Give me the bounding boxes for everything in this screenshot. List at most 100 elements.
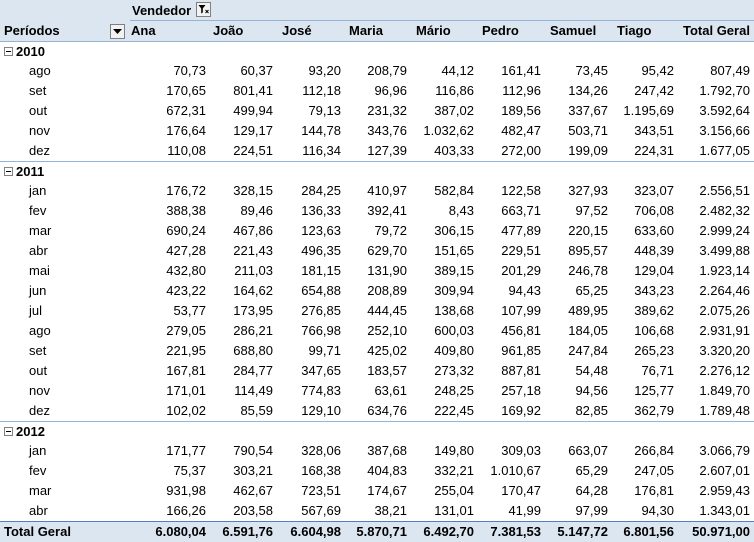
value-cell: 1.343,01	[699, 503, 750, 518]
chevron-down-icon	[113, 29, 122, 34]
value-cell: 224,31	[634, 143, 674, 158]
month-label: dez	[29, 143, 50, 158]
year-group-row: 2011	[0, 161, 754, 182]
value-cell: 389,62	[634, 303, 674, 318]
pivot-column-headers: Períodos Ana João José Maria Mário Pedro Samue…	[0, 21, 754, 42]
table-row: dez 102,02 85,59 129,10 634,76 222,45 169,92 82…	[0, 401, 754, 421]
value-cell: 2.959,43	[699, 483, 750, 498]
vendedor-field-label: Vendedor	[132, 3, 192, 18]
column-header-vendedor: Samuel	[550, 23, 597, 38]
collapse-minus-icon[interactable]	[4, 167, 13, 176]
month-label: abr	[29, 243, 48, 258]
month-label: ago	[29, 323, 51, 338]
value-cell: 343,51	[634, 123, 674, 138]
value-cell: 706,08	[634, 203, 674, 218]
grand-total-row: Total Geral 6.080,04 6.591,76 6.604,98 5.870…	[0, 521, 754, 542]
value-cell: 807,49	[710, 63, 750, 78]
table-row: nov 176,64 129,17 144,78 343,76 1.032,62 482,4…	[0, 121, 754, 141]
column-header-vendedor: Maria	[349, 23, 383, 38]
month-label: mar	[29, 483, 52, 498]
month-label: nov	[29, 383, 50, 398]
year-label: 2011	[16, 164, 45, 179]
value-cell: 323,07	[634, 183, 674, 198]
value-cell: 3.499,88	[699, 243, 750, 258]
table-row: fev 75,37 303,21 168,38 404,83 332,21 1.010,67…	[0, 461, 754, 481]
value-cell: 343,23	[634, 283, 674, 298]
vendedor-filter-button[interactable]	[196, 2, 211, 17]
value-cell: 129,04	[634, 263, 674, 278]
table-row: mai 432,80 211,03 181,15 131,90 389,15 201,29 2…	[0, 261, 754, 281]
value-cell: 2.556,51	[699, 183, 750, 198]
table-row: ago 279,05 286,21 766,98 252,10 600,03 456,81 1…	[0, 321, 754, 341]
value-cell: 3.156,66	[699, 123, 750, 138]
value-cell: 2.276,12	[699, 363, 750, 378]
value-cell: 95,42	[641, 63, 674, 78]
value-cell: 1.789,48	[699, 403, 750, 418]
value-cell: 50.971,00	[692, 524, 750, 539]
value-cell: 106,68	[634, 323, 674, 338]
table-row: nov 171,01 114,49 774,83 63,61 248,25 257,18 94…	[0, 381, 754, 401]
month-label: jan	[29, 183, 47, 198]
column-header-total-geral: Total Geral	[683, 23, 750, 38]
table-row: set 221,95 688,80 99,71 425,02 409,80 961,85 24…	[0, 341, 754, 361]
month-label: jul	[29, 303, 43, 318]
year-group-row: 2012	[0, 421, 754, 442]
month-label: abr	[29, 503, 48, 518]
table-row: abr 427,28 221,43 496,35 629,70 151,65 229,51 8…	[0, 241, 754, 261]
month-label: fev	[29, 463, 47, 478]
year-group-row: 2010	[0, 41, 754, 62]
month-label: out	[29, 363, 48, 378]
value-cell: 3.320,20	[699, 343, 750, 358]
month-label: set	[29, 343, 47, 358]
value-cell: 362,79	[634, 403, 674, 418]
month-label: jun	[29, 283, 47, 298]
month-label: mar	[29, 223, 52, 238]
table-row: jan 171,77 790,54 328,06 387,68 149,80 309,03 6…	[0, 441, 754, 461]
column-header-vendedor: João	[213, 23, 244, 38]
value-cell: 125,77	[634, 383, 674, 398]
table-row: fev 388,38 89,46 136,33 392,41 8,43 663,71 97,5…	[0, 201, 754, 221]
value-cell: 2.607,01	[699, 463, 750, 478]
column-header-vendedor: Tiago	[617, 23, 652, 38]
month-label: nov	[29, 123, 50, 138]
collapse-minus-icon[interactable]	[4, 47, 13, 56]
month-label: fev	[29, 203, 47, 218]
value-cell: 633,60	[634, 223, 674, 238]
month-label: mai	[29, 263, 50, 278]
table-row: jun 423,22 164,62 654,88 208,89 309,94 94,43 65…	[0, 281, 754, 301]
value-cell: 2.482,32	[699, 203, 750, 218]
month-label: dez	[29, 403, 50, 418]
column-header-vendedor: Ana	[131, 23, 156, 38]
value-cell: 265,23	[634, 343, 674, 358]
table-row: set 170,65 801,41 112,18 96,96 116,86 112,96 13…	[0, 81, 754, 101]
table-row: abr 166,26 203,58 567,69 38,21 131,01 41,99 97,…	[0, 501, 754, 521]
column-header-vendedor: José	[282, 23, 312, 38]
collapse-minus-icon[interactable]	[4, 427, 13, 436]
column-header-vendedor: Mário	[416, 23, 451, 38]
month-label: set	[29, 83, 47, 98]
vendedor-field-cell: Vendedor	[130, 0, 754, 21]
value-cell: 1.849,70	[699, 383, 750, 398]
value-cell: 448,39	[634, 243, 674, 258]
value-cell: 176,81	[634, 483, 674, 498]
value-cell: 2.999,24	[699, 223, 750, 238]
table-row: jan 176,72 328,15 284,25 410,97 582,84 122,58 3…	[0, 181, 754, 201]
periodos-field-label: Períodos	[4, 23, 60, 38]
month-label: ago	[29, 63, 51, 78]
year-label: 2010	[16, 44, 45, 59]
table-row: mar 931,98 462,67 723,51 174,67 255,04 170,47 6…	[0, 481, 754, 501]
pivot-corner-cell	[0, 0, 130, 22]
year-label: 2012	[16, 424, 45, 439]
value-cell: 247,42	[634, 83, 674, 98]
value-cell: 266,84	[634, 443, 674, 458]
table-row: dez 110,08 224,51 116,34 127,39 403,33 272,00 1…	[0, 141, 754, 161]
table-row: jul 53,77 173,95 276,85 444,45 138,68 107,99 48…	[0, 301, 754, 321]
periodos-filter-button[interactable]	[110, 24, 125, 39]
value-cell: 3.066,79	[699, 443, 750, 458]
table-row: mar 690,24 467,86 123,63 79,72 306,15 477,89 22…	[0, 221, 754, 241]
value-cell: 2.264,46	[699, 283, 750, 298]
month-label: jan	[29, 443, 47, 458]
value-cell: 76,71	[641, 363, 674, 378]
value-cell: 6.801,56	[623, 524, 674, 539]
value-cell: 1.792,70	[699, 83, 750, 98]
